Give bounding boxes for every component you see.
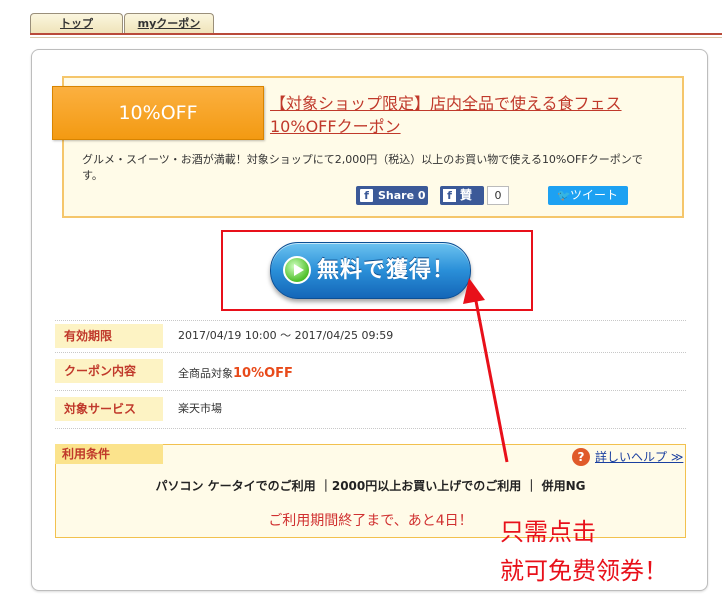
facebook-icon: f bbox=[360, 189, 373, 202]
tab-divider bbox=[30, 33, 722, 35]
facebook-share-button[interactable]: f Share 0 bbox=[356, 186, 428, 205]
row-divider bbox=[55, 320, 686, 321]
target-service-label: 対象サービス bbox=[55, 397, 163, 421]
expiry-value: 2017/04/19 10:00 ～ 2017/04/25 09:59 bbox=[178, 329, 394, 342]
coupon-description: グルメ・スイーツ・お酒が満載！対象ショップにて2,000円（税込）以上のお買い物… bbox=[82, 153, 643, 182]
help-link[interactable]: 詳しいヘルプ ≫ bbox=[595, 448, 683, 466]
target-service-value: 楽天市場 bbox=[178, 402, 222, 415]
coupon-title-link[interactable]: 【対象ショップ限定】店内全品で使える食フェス 10%OFFクーポン bbox=[270, 92, 670, 138]
facebook-like-label: 賛 bbox=[460, 188, 473, 202]
discount-badge: 10%OFF bbox=[52, 86, 264, 140]
annotation-arrow bbox=[463, 278, 509, 463]
help-icon[interactable]: ? bbox=[572, 448, 590, 466]
conditions-text: パソコン ケータイでのご利用 ｜2000円以上お買い上げでのご利用 ｜ 併用NG bbox=[155, 479, 586, 493]
coupon-content-value: 全商品対象10%OFF bbox=[178, 362, 293, 386]
tab-top[interactable]: トップ bbox=[30, 13, 123, 34]
row-divider bbox=[55, 390, 686, 391]
tweet-label: ツイート bbox=[570, 188, 619, 202]
annotation-line2: 就可免费领券！ bbox=[500, 557, 668, 585]
tweet-button[interactable]: 🐦 ツイート bbox=[548, 186, 628, 205]
get-coupon-button[interactable]: 無料で獲得！ bbox=[270, 242, 471, 299]
expiry-label: 有効期限 bbox=[55, 324, 163, 348]
twitter-bird-icon: 🐦 bbox=[557, 189, 571, 202]
facebook-share-label: Share 0 bbox=[378, 189, 426, 202]
coupon-content-highlight: 10%OFF bbox=[233, 366, 293, 381]
like-count: 0 bbox=[487, 186, 509, 205]
coupon-title-line2: 10%OFFクーポン bbox=[270, 117, 401, 136]
row-divider bbox=[55, 428, 686, 429]
facebook-like-icon: f bbox=[443, 189, 456, 202]
annotation-line1: 只需点击 bbox=[500, 518, 596, 546]
facebook-like-button[interactable]: f 賛 bbox=[440, 186, 484, 205]
tab-top-label: トップ bbox=[60, 17, 93, 30]
coupon-title-line1: 【対象ショップ限定】店内全品で使える食フェス bbox=[270, 94, 622, 113]
coupon-content-prefix: 全商品対象 bbox=[178, 367, 233, 380]
get-coupon-label: 無料で獲得！ bbox=[317, 258, 456, 283]
tab-divider-thin bbox=[30, 37, 722, 38]
conditions-label: 利用条件 bbox=[55, 444, 163, 464]
play-icon bbox=[283, 256, 311, 284]
tab-my-coupon[interactable]: myクーポン bbox=[124, 13, 214, 34]
tab-my-coupon-label: myクーポン bbox=[137, 17, 201, 30]
row-divider bbox=[55, 352, 686, 353]
coupon-content-label: クーポン内容 bbox=[55, 359, 163, 383]
